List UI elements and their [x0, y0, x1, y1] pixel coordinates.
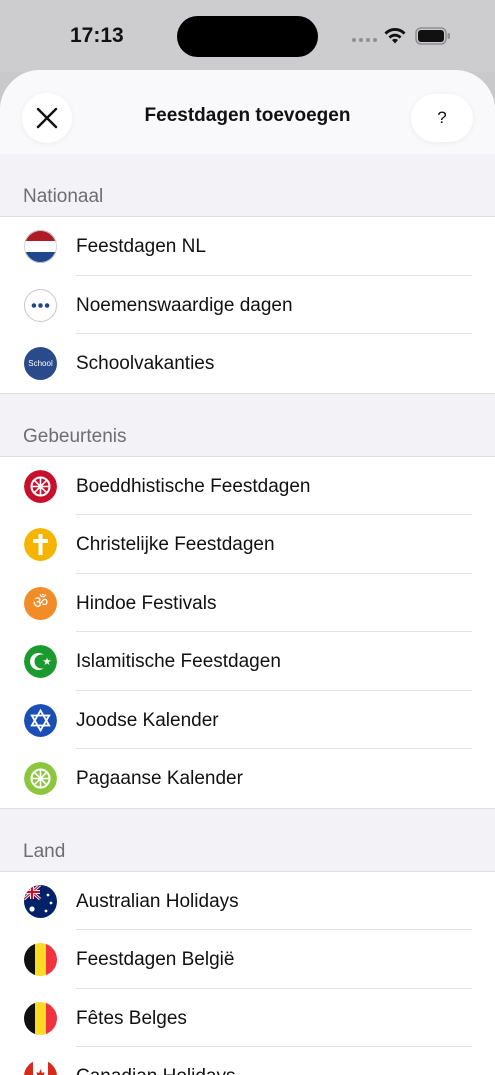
status-bar: 17:13 [0, 0, 495, 72]
list-item-label: Feestdagen NL [76, 236, 206, 257]
list-item-canadian-holidays[interactable]: Canadian Holidays [0, 1047, 495, 1075]
list-item-pagaanse-kalender[interactable]: Pagaanse Kalender [0, 749, 495, 808]
list-item-joodse-kalender[interactable]: Joodse Kalender [0, 691, 495, 749]
list-item-fetes-belges[interactable]: Fêtes Belges [0, 989, 495, 1047]
section-header-gebeurtenis: Gebeurtenis [23, 425, 127, 447]
list-item-noemenswaardige-dagen[interactable]: Noemenswaardige dagen [0, 276, 495, 334]
help-button-label: ? [437, 108, 447, 127]
list-item-schoolvakanties[interactable]: School Schoolvakanties [0, 334, 495, 393]
dharma-wheel-icon [24, 469, 57, 503]
list-item-islamitische-feestdagen[interactable]: Islamitische Feestdagen [0, 632, 495, 691]
crescent-star-icon [24, 645, 57, 678]
list-item-label: Joodse Kalender [76, 709, 219, 731]
help-button[interactable]: ? [411, 94, 473, 142]
list-item-feestdagen-belgie[interactable]: Feestdagen België [0, 930, 495, 989]
list-item-feestdagen-nl[interactable]: Feestdagen NL [0, 217, 495, 276]
star-of-david-icon [24, 703, 57, 737]
dynamic-island [177, 16, 318, 57]
list-item-boeddhistische-feestdagen[interactable]: Boeddhistische Feestdagen [0, 457, 495, 515]
list-item-label: Schoolvakanties [76, 353, 215, 374]
navigation-bar: Feestdagen toevoegen ? [0, 70, 495, 154]
school-icon-text: School [28, 359, 53, 368]
cross-icon [24, 528, 57, 561]
section-header-nationaal: Nationaal [23, 186, 104, 207]
om-icon: ॐ [24, 586, 57, 620]
list-item-label: Australian Holidays [76, 890, 239, 912]
school-icon: School [24, 347, 57, 380]
pagan-wheel-icon [24, 762, 57, 795]
dots-icon [24, 288, 57, 322]
list-item-label: Fêtes Belges [76, 1007, 187, 1029]
list-item-label: Feestdagen België [76, 949, 235, 970]
list-group-gebeurtenis: Boeddhistische Feestdagen Christelijke F… [0, 455, 495, 809]
list-item-label: Canadian Holidays [76, 1066, 236, 1075]
list-item-label: Hindoe Festivals [76, 592, 217, 614]
belgium-flag-icon [24, 943, 57, 976]
list-group-nationaal: Feestdagen NL Noemenswaardige dagen Scho… [0, 216, 495, 394]
netherlands-flag-icon [24, 230, 57, 263]
list-group-land: Australian Holidays Feestdagen België Fê… [0, 870, 495, 1075]
section-header-land: Land [23, 840, 66, 862]
list-item-label: Pagaanse Kalender [76, 768, 243, 789]
list-item-label: Christelijke Feestdagen [76, 534, 275, 555]
list-item-christelijke-feestdagen[interactable]: Christelijke Feestdagen [0, 515, 495, 574]
list-item-label: Boeddhistische Feestdagen [76, 475, 311, 497]
list-item-label: Noemenswaardige dagen [76, 294, 293, 316]
add-holidays-sheet: Feestdagen toevoegen ? Nationaal Feestda… [0, 70, 495, 1075]
wifi-icon [384, 28, 406, 44]
australia-flag-icon [24, 884, 57, 918]
list-item-label: Islamitische Feestdagen [76, 651, 281, 672]
list-item-australian-holidays[interactable]: Australian Holidays [0, 872, 495, 930]
status-time: 17:13 [70, 24, 124, 47]
list-item-hindoe-festivals[interactable]: ॐ Hindoe Festivals [0, 574, 495, 632]
cellular-signal-icon [352, 38, 377, 44]
belgium-flag-icon [24, 1001, 57, 1035]
battery-icon [415, 27, 450, 45]
canada-flag-icon [24, 1060, 57, 1075]
